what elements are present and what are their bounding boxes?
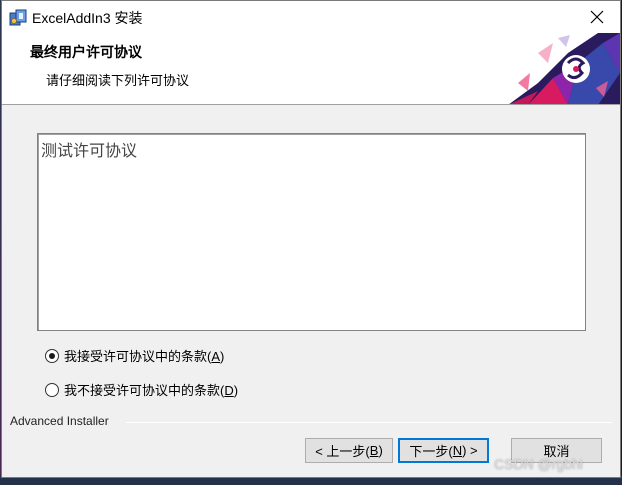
banner-logo-icon — [509, 33, 620, 104]
radio-checked-icon[interactable] — [45, 348, 59, 363]
brand-label: Advanced Installer — [10, 414, 109, 428]
radio-unchecked-icon[interactable] — [45, 382, 59, 397]
page-subtitle: 请仔细阅读下列许可协议 — [46, 73, 190, 88]
back-button[interactable]: < 上一步(B) — [305, 438, 393, 463]
footer-divider — [126, 422, 612, 423]
watermark-text: CSDN @rgbhi — [494, 456, 583, 472]
license-text-area[interactable]: 测试许可协议 — [37, 133, 586, 331]
title-bar[interactable]: ExcelAddIn3 安装 — [2, 1, 620, 33]
radio-decline-label: 我不接受许可协议中的条款(D) — [64, 383, 239, 398]
installer-window: ExcelAddIn3 安装 最终用户许可协议 请仔细阅读下列许可协议 测试许可… — [1, 0, 621, 478]
radio-accept-label: 我接受许可协议中的条款(A) — [64, 349, 225, 364]
next-button[interactable]: 下一步(N) > — [398, 438, 489, 463]
window-title: ExcelAddIn3 安装 — [32, 10, 143, 26]
page-title: 最终用户许可协议 — [30, 44, 142, 60]
radio-decline[interactable]: 我不接受许可协议中的条款(D) — [45, 380, 238, 399]
installer-app-icon — [8, 7, 28, 27]
close-icon — [590, 10, 604, 24]
dialog-header: 最终用户许可协议 请仔细阅读下列许可协议 — [2, 33, 620, 105]
dialog-content: 测试许可协议 我接受许可协议中的条款(A) 我不接受许可协议中的条款(D) — [2, 106, 620, 406]
radio-accept[interactable]: 我接受许可协议中的条款(A) — [45, 346, 224, 365]
close-button[interactable] — [574, 1, 620, 33]
license-text: 测试许可协议 — [41, 141, 138, 160]
